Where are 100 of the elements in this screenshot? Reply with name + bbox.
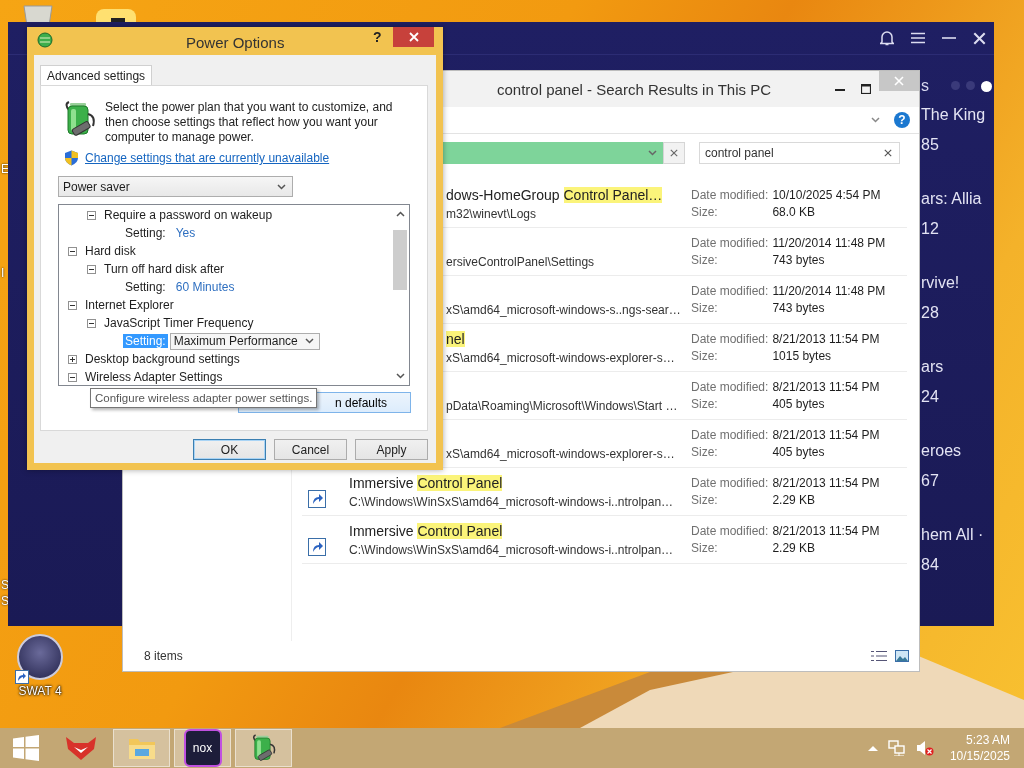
game-title[interactable]: The King <box>921 106 994 124</box>
menu-icon[interactable] <box>911 32 925 44</box>
collapse-icon[interactable] <box>68 300 77 310</box>
date-modified: 8/21/2013 11:54 PM <box>772 428 881 442</box>
maximize-icon <box>861 84 871 94</box>
scroll-down-icon[interactable] <box>396 373 405 379</box>
setting-label[interactable]: Setting: <box>123 280 168 294</box>
meta-label: Date modified: <box>691 188 769 202</box>
pager-dot[interactable] <box>966 80 975 90</box>
file-size: 2.29 KB <box>772 541 817 555</box>
pager-dot[interactable] <box>951 80 960 90</box>
tree-item[interactable]: JavaScript Timer Frequency <box>104 316 254 330</box>
meta-label: Size: <box>691 397 719 411</box>
scroll-up-icon[interactable] <box>396 211 405 217</box>
setting-label[interactable]: Setting: <box>123 226 168 240</box>
tab[interactable]: Advanced settings <box>40 65 153 86</box>
date-modified: 8/21/2013 11:54 PM <box>772 332 881 346</box>
collapse-icon[interactable] <box>68 372 77 382</box>
date-modified: 10/10/2025 4:54 PM <box>772 188 882 202</box>
bell-icon[interactable] <box>880 30 894 46</box>
section-title: s <box>921 77 929 95</box>
file-size: 68.0 KB <box>772 205 817 219</box>
pager-dot[interactable] <box>981 80 992 92</box>
tree-item[interactable]: Desktop background settings <box>85 352 240 366</box>
date-modified: 11/20/2014 11:48 PM <box>772 284 887 298</box>
file-path: C:\Windows\WinSxS\amd64_microsoft-windows-i..ntrolpan… <box>349 542 675 557</box>
clear-button[interactable] <box>663 142 685 164</box>
change-settings-link[interactable]: Change settings that are currently unavailable <box>85 151 330 165</box>
file-path: pData\Roaming\Microsoft\Windows\Start … <box>446 398 679 413</box>
search-field[interactable]: control panel <box>699 142 900 164</box>
tree-item[interactable]: Require a password on wakeup <box>104 208 273 222</box>
file-size: 405 bytes <box>772 397 826 411</box>
tree-item[interactable]: Hard disk <box>85 244 136 258</box>
close-icon <box>894 76 904 86</box>
game-title[interactable]: eroes <box>921 442 994 460</box>
file-path: xS\amd64_microsoft-windows-explorer-s… <box>446 350 676 365</box>
expand-ribbon-icon <box>871 117 880 123</box>
file-size: 2.29 KB <box>772 493 817 507</box>
file-path: m32\winevt\Logs <box>446 206 538 221</box>
game-title[interactable]: ars: Allia <box>921 190 994 208</box>
meta-label: Date modified: <box>691 380 769 394</box>
meta-label: Size: <box>691 493 719 507</box>
icon-label: E <box>1 162 9 176</box>
collapse-icon[interactable] <box>87 264 96 274</box>
taskbar-button[interactable] <box>235 729 292 767</box>
game-title[interactable]: hem All · <box>921 526 994 544</box>
meta-label: Size: <box>691 541 719 555</box>
meta-label: Date modified: <box>691 284 769 298</box>
collapse-icon[interactable] <box>87 210 96 220</box>
plan-dropdown[interactable]: Power saver <box>58 176 293 197</box>
setting-dropdown[interactable]: Maximum Performance <box>169 332 320 350</box>
dialog-button[interactable]: Apply <box>355 439 428 460</box>
help-button[interactable]: ? <box>373 29 382 45</box>
details-view-icon[interactable] <box>871 650 887 662</box>
thumbnail-view-icon[interactable] <box>895 650 909 662</box>
setting-value[interactable]: Yes <box>175 226 196 240</box>
expand-icon[interactable] <box>68 354 77 364</box>
tree-item[interactable]: Turn off hard disk after <box>104 262 225 276</box>
tree-item[interactable]: Wireless Adapter Settings <box>85 370 223 384</box>
dialog-button[interactable]: OK <box>193 439 266 460</box>
chevron-down-icon <box>304 338 314 344</box>
file-path: ersiveControlPanel\Settings <box>446 254 596 269</box>
game-count: 84 <box>921 556 940 574</box>
help-button[interactable]: ? <box>894 112 910 128</box>
close-button[interactable] <box>393 27 434 47</box>
game-title[interactable]: ars <box>921 358 994 376</box>
collapse-icon[interactable] <box>68 246 77 256</box>
meta-label: Size: <box>691 205 719 219</box>
game-title[interactable]: rvive! <box>921 274 994 292</box>
game-count: 85 <box>921 136 940 154</box>
meta-label: Size: <box>691 301 719 315</box>
file-size: 405 bytes <box>772 445 826 459</box>
file-size: 743 bytes <box>772 253 826 267</box>
battery-plug-icon <box>250 733 277 763</box>
dialog-button[interactable]: Cancel <box>274 439 347 460</box>
start-icon[interactable] <box>13 735 39 761</box>
globe-icon <box>36 31 54 49</box>
meta-label: Date modified: <box>691 524 769 538</box>
volume-muted-icon[interactable] <box>915 740 934 756</box>
taskbar-button[interactable]: nox <box>174 729 231 767</box>
file-size: 743 bytes <box>772 301 826 315</box>
chevron-down-icon <box>277 183 286 190</box>
meta-label: Date modified: <box>691 236 769 250</box>
result-row[interactable]: Immersive Control Panel C:\Windows\WinSxS\amd64_microsoft-windows-i..ntrolpan… Date modified: 8/21/2013 11:54 PM Size: 2.29 KB <box>302 516 907 564</box>
file-path: C:\Windows\WinSxS\amd64_microsoft-windows-i..ntrolpan… <box>349 494 675 509</box>
nox-logo: nox <box>183 729 222 767</box>
tooltip: Configure wireless adapter power settings. <box>90 388 318 408</box>
file-name: Immersive Control Panel <box>349 474 504 493</box>
collapse-icon[interactable] <box>87 318 96 328</box>
date-modified: 8/21/2013 11:54 PM <box>772 476 881 490</box>
description-text: Select the power plan that you want to customize, and then choose settings that reflect how you want your computer to manage power. <box>105 100 394 145</box>
setting-value[interactable]: 60 Minutes <box>175 280 235 294</box>
game-count: 28 <box>921 304 940 322</box>
file-name: dows-HomeGroup Control Panel… <box>446 186 664 205</box>
item-count: 8 items <box>144 649 183 663</box>
meta-label: Date modified: <box>691 428 769 442</box>
tree-item[interactable]: Internet Explorer <box>85 298 174 312</box>
shield-icon <box>64 150 79 166</box>
shortcut-icon <box>308 489 326 508</box>
file-path: xS\amd64_microsoft-windows-s..ngs-sear… <box>446 302 682 317</box>
